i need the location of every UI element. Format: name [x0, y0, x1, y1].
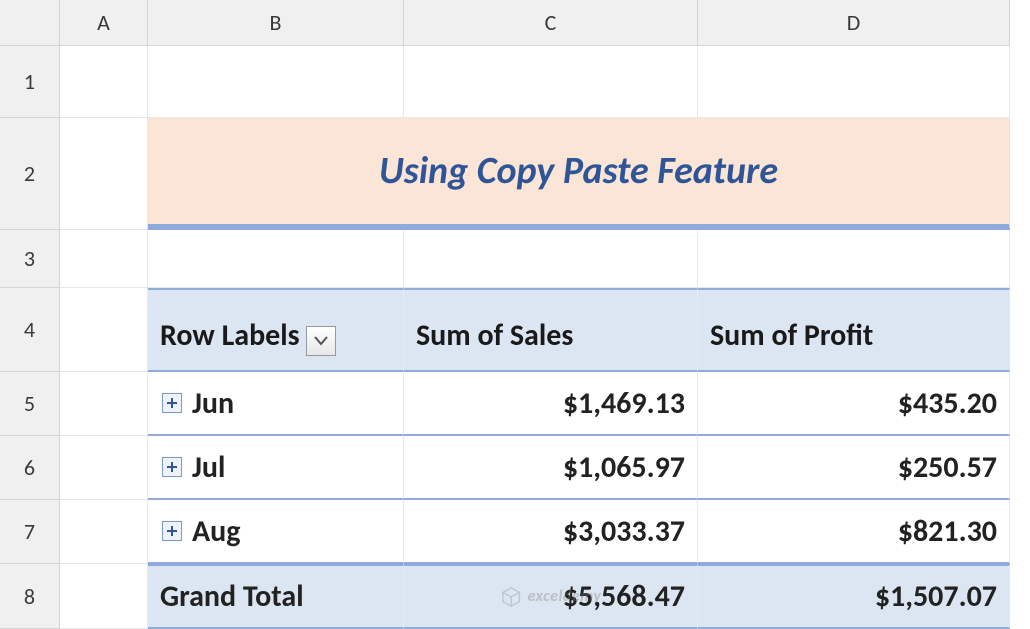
cell-B1[interactable] [148, 46, 404, 118]
row-labels-text: Row Labels [160, 317, 300, 354]
row-header-4[interactable]: 4 [0, 288, 60, 372]
pivot-grand-total-label[interactable]: Grand Total [148, 564, 404, 629]
pivot-item-aug-sales[interactable]: $3,033.37 [404, 500, 698, 564]
row-labels-filter-dropdown[interactable] [306, 326, 336, 356]
cell-C1[interactable] [404, 46, 698, 118]
cell-A2[interactable] [60, 118, 148, 230]
cell-A4[interactable] [60, 288, 148, 372]
spreadsheet-grid: A B C D 1 2 Using Copy Paste Feature 3 4… [0, 0, 1030, 629]
row-header-1[interactable]: 1 [0, 46, 60, 118]
pivot-item-jun-sales[interactable]: $1,469.13 [404, 372, 698, 436]
pivot-item-text: Jul [192, 449, 225, 486]
cell-D1[interactable] [698, 46, 1010, 118]
cell-A3[interactable] [60, 230, 148, 288]
expand-button-jul[interactable] [162, 457, 182, 477]
cell-A5[interactable] [60, 372, 148, 436]
pivot-col-header-profit[interactable]: Sum of Profit [698, 288, 1010, 372]
row-header-2[interactable]: 2 [0, 118, 60, 230]
select-all-corner[interactable] [0, 0, 60, 46]
cell-A6[interactable] [60, 436, 148, 500]
grand-total-sales-value: $5,568.47 [563, 578, 685, 615]
pivot-grand-total-sales[interactable]: $5,568.47 exceldemy [404, 564, 698, 629]
plus-icon [166, 525, 178, 537]
pivot-item-aug-profit[interactable]: $821.30 [698, 500, 1010, 564]
plus-icon [166, 461, 178, 473]
pivot-item-jul-label[interactable]: Jul [148, 436, 404, 500]
cell-C3[interactable] [404, 230, 698, 288]
row-header-6[interactable]: 6 [0, 436, 60, 500]
cell-B3[interactable] [148, 230, 404, 288]
pivot-item-aug-label[interactable]: Aug [148, 500, 404, 564]
pivot-row-labels-header[interactable]: Row Labels [148, 288, 404, 372]
pivot-item-jul-profit[interactable]: $250.57 [698, 436, 1010, 500]
cube-icon [500, 586, 522, 608]
cell-A1[interactable] [60, 46, 148, 118]
row-header-5[interactable]: 5 [0, 372, 60, 436]
row-header-3[interactable]: 3 [0, 230, 60, 288]
pivot-grand-total-profit[interactable]: $1,507.07 [698, 564, 1010, 629]
col-header-D[interactable]: D [698, 0, 1010, 46]
col-header-C[interactable]: C [404, 0, 698, 46]
pivot-item-jun-label[interactable]: Jun [148, 372, 404, 436]
plus-icon [166, 397, 178, 409]
pivot-item-text: Aug [192, 513, 241, 550]
page-title: Using Copy Paste Feature [148, 118, 1010, 230]
cell-D3[interactable] [698, 230, 1010, 288]
chevron-down-icon [314, 336, 328, 346]
row-header-7[interactable]: 7 [0, 500, 60, 564]
pivot-item-jun-profit[interactable]: $435.20 [698, 372, 1010, 436]
cell-A8[interactable] [60, 564, 148, 629]
expand-button-aug[interactable] [162, 521, 182, 541]
expand-button-jun[interactable] [162, 393, 182, 413]
pivot-col-header-sales[interactable]: Sum of Sales [404, 288, 698, 372]
col-header-B[interactable]: B [148, 0, 404, 46]
pivot-item-text: Jun [192, 385, 234, 422]
row-header-8[interactable]: 8 [0, 564, 60, 629]
cell-A7[interactable] [60, 500, 148, 564]
pivot-item-jul-sales[interactable]: $1,065.97 [404, 436, 698, 500]
col-header-A[interactable]: A [60, 0, 148, 46]
